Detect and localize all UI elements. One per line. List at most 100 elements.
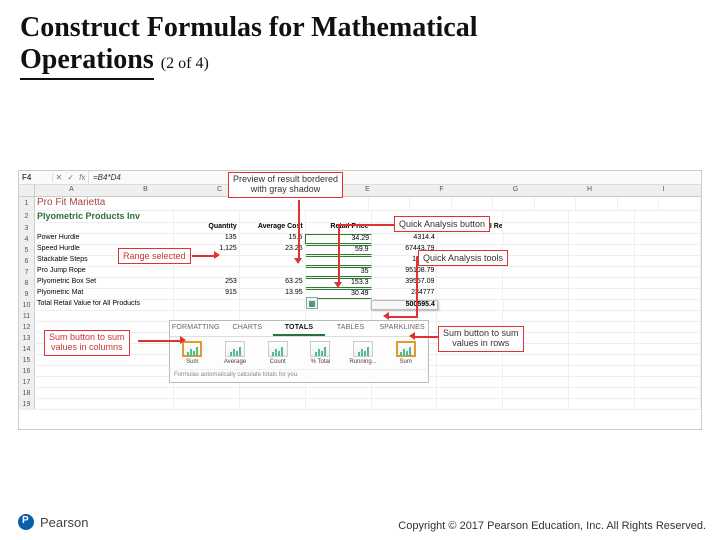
cell[interactable]: 13.95 [240,289,306,299]
cell[interactable] [240,300,306,310]
cell[interactable] [240,388,306,398]
cell[interactable] [503,355,569,365]
row-header[interactable]: 1 [19,197,35,210]
row-header[interactable]: 17 [19,377,35,387]
cell[interactable] [635,322,701,332]
cell[interactable] [635,234,701,244]
cell[interactable] [437,289,503,299]
cell[interactable] [635,366,701,376]
cell[interactable] [635,267,701,277]
row-header[interactable]: 18 [19,388,35,398]
row-header[interactable]: 11 [19,311,35,321]
cell[interactable] [240,267,306,277]
qa-tool-count[interactable]: Count [257,341,298,365]
cell[interactable] [569,333,635,343]
cell[interactable] [503,245,569,255]
col-header[interactable]: A [35,185,109,196]
cell[interactable] [437,366,503,376]
cell[interactable] [635,256,701,266]
cell[interactable] [635,300,701,310]
cell[interactable] [35,377,174,387]
cell[interactable] [437,377,503,387]
row-header[interactable]: 8 [19,278,35,288]
cell[interactable] [503,223,569,233]
cell[interactable] [503,289,569,299]
cell[interactable] [437,278,503,288]
cell[interactable] [635,245,701,255]
cell[interactable]: Plyometric Mat [35,289,174,299]
cell[interactable]: 135 [174,234,240,244]
col-header[interactable]: I [627,185,701,196]
cell[interactable] [635,289,701,299]
cell[interactable]: Plyometric Box Set [35,278,174,288]
cell[interactable]: 95108.79 [372,267,438,277]
cell[interactable] [569,300,635,310]
fx-icon[interactable]: fx [79,173,85,182]
cell[interactable]: 500595.4 [371,300,438,310]
row-header[interactable]: 7 [19,267,35,277]
cell[interactable] [569,256,635,266]
cell[interactable] [635,223,701,233]
cell[interactable] [635,278,701,288]
cell[interactable] [503,267,569,277]
row-header[interactable]: 16 [19,366,35,376]
cell[interactable] [174,399,240,409]
qa-tab[interactable]: Totals [273,321,325,336]
cell[interactable] [35,355,174,365]
cell[interactable] [635,388,701,398]
col-header[interactable]: H [553,185,627,196]
cell[interactable] [437,267,503,277]
row-header[interactable]: 12 [19,322,35,332]
cell[interactable]: 915 [174,289,240,299]
cell[interactable] [503,311,569,321]
cell[interactable] [569,388,635,398]
cell[interactable] [635,377,701,387]
row-header[interactable]: 5 [19,245,35,255]
row-header[interactable]: 19 [19,399,35,409]
formula-input[interactable]: =B4*D4 [89,173,121,182]
cell[interactable]: Pro Fit Marietta [35,197,369,210]
cell[interactable] [35,366,174,376]
cell[interactable] [635,399,701,409]
cancel-icon[interactable]: ✕ [56,173,63,182]
row-header[interactable]: 4 [19,234,35,244]
cell[interactable] [569,289,635,299]
cell[interactable]: Plyometric Products Inv [35,211,174,222]
cell[interactable]: 63.25 [240,278,306,288]
cell[interactable] [503,366,569,376]
cell[interactable] [569,278,635,288]
cell[interactable]: 253 [174,278,240,288]
col-header[interactable]: F [405,185,479,196]
cell[interactable] [438,300,504,310]
cell[interactable] [240,399,306,409]
cell[interactable]: 39557.09 [372,278,438,288]
row-header[interactable]: 6 [19,256,35,266]
cell[interactable] [35,388,174,398]
cell[interactable] [174,388,240,398]
cell[interactable] [437,388,503,398]
cell[interactable]: Average Cost [240,223,306,233]
cell[interactable] [504,234,570,244]
cell[interactable]: Quantity [174,223,240,233]
cell[interactable] [569,355,635,365]
cell[interactable] [569,223,635,233]
cell[interactable] [635,333,701,343]
qa-tool-sum[interactable]: Sum [172,341,213,365]
cell[interactable] [437,399,503,409]
cell[interactable] [635,344,701,354]
cell[interactable] [306,388,372,398]
cell[interactable] [569,311,635,321]
qa-tool-average[interactable]: Average [215,341,256,365]
cell[interactable] [35,223,174,233]
quick-analysis-button[interactable]: ▦ [306,297,318,309]
cell[interactable] [372,399,438,409]
cell[interactable] [174,267,240,277]
qa-tab[interactable]: Tables [325,321,377,336]
qa-tool-running[interactable]: Running... [343,341,384,365]
row-header[interactable]: 10 [19,300,35,310]
qa-tab[interactable]: Sparklines [376,321,428,336]
row-header[interactable]: 13 [19,333,35,343]
cell[interactable] [635,311,701,321]
name-box[interactable]: F4 [19,173,53,182]
cell[interactable] [503,388,569,398]
